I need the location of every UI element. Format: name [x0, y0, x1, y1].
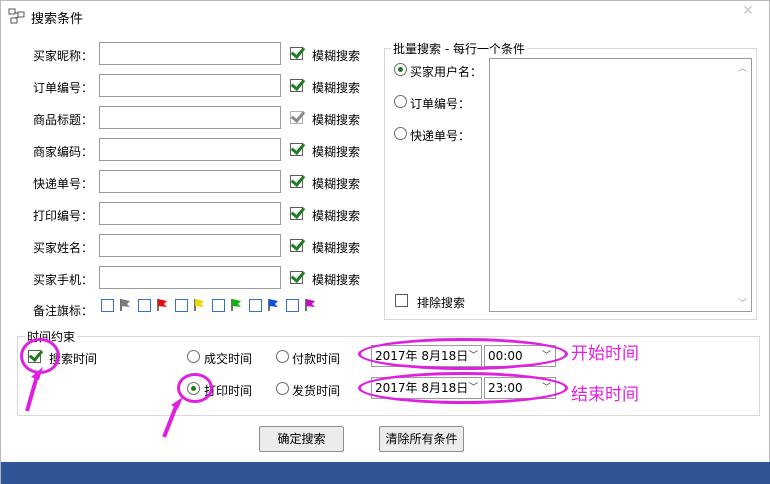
confirm-search-button[interactable]: 确定搜索 — [259, 426, 344, 452]
red-flag-icon — [157, 299, 167, 311]
yellow-flag-icon — [194, 299, 204, 311]
batch-radio-label: 订单编号： — [410, 97, 471, 111]
batch-radio[interactable] — [394, 63, 407, 76]
field-input[interactable] — [99, 42, 281, 65]
flag-checkbox[interactable] — [286, 299, 299, 312]
radio-ship-time[interactable] — [276, 382, 289, 395]
exclude-search-checkbox[interactable] — [395, 294, 408, 307]
fuzzy-search-checkbox[interactable] — [290, 143, 303, 156]
fuzzy-search-checkbox[interactable] — [290, 47, 303, 60]
ship-time-label: 发货时间 — [292, 384, 341, 398]
field-input[interactable] — [99, 266, 281, 289]
field-input[interactable] — [99, 74, 281, 97]
remark-flags-label: 备注旗标： — [33, 304, 94, 318]
gray-flag-icon — [120, 299, 130, 311]
fuzzy-search-label: 模糊搜索 — [312, 273, 361, 287]
batch-radio[interactable] — [394, 127, 407, 140]
field-label: 买家昵称： — [33, 49, 94, 63]
field-label: 订单编号： — [33, 81, 94, 95]
bottom-bar — [1, 462, 770, 484]
annotation-start-label: 开始时间 — [571, 344, 639, 364]
fuzzy-search-checkbox[interactable] — [290, 79, 303, 92]
annotation-ellipse-end — [358, 372, 568, 404]
field-label: 买家姓名： — [33, 241, 94, 255]
field-label: 商品标题： — [33, 113, 94, 127]
annotation-end-label: 结束时间 — [571, 385, 639, 405]
fuzzy-search-checkbox[interactable] — [290, 271, 303, 284]
batch-radio[interactable] — [394, 95, 407, 108]
window-title: 搜索条件 — [31, 12, 84, 27]
fuzzy-search-label: 模糊搜索 — [312, 81, 361, 95]
field-input[interactable] — [99, 138, 281, 161]
fuzzy-search-checkbox[interactable] — [290, 111, 303, 124]
fuzzy-search-label: 模糊搜索 — [312, 209, 361, 223]
field-input[interactable] — [99, 170, 281, 193]
batch-radio-label: 快递单号： — [410, 129, 471, 143]
fuzzy-search-checkbox[interactable] — [290, 239, 303, 252]
title-bar: 搜索条件 ✕ — [1, 1, 769, 31]
annotation-arrow-1 — [25, 367, 43, 412]
field-label: 买家手机： — [33, 273, 94, 287]
blue-flag-icon — [268, 299, 278, 311]
app-icon — [8, 8, 25, 24]
scroll-down-icon[interactable]: ﹀ — [738, 296, 747, 309]
fuzzy-search-label: 模糊搜索 — [312, 49, 361, 63]
radio-deal-time[interactable] — [187, 350, 200, 363]
field-input[interactable] — [99, 234, 281, 257]
fuzzy-search-label: 模糊搜索 — [312, 145, 361, 159]
flag-checkbox[interactable] — [138, 299, 151, 312]
field-label: 商家编码： — [33, 145, 94, 159]
field-input[interactable] — [99, 202, 281, 225]
fuzzy-search-label: 模糊搜索 — [312, 241, 361, 255]
flag-checkbox[interactable] — [101, 299, 114, 312]
flag-checkbox[interactable] — [175, 299, 188, 312]
deal-time-label: 成交时间 — [204, 352, 253, 366]
fuzzy-search-checkbox[interactable] — [290, 207, 303, 220]
purple-flag-icon — [305, 299, 315, 311]
batch-textarea[interactable]: ︿ ﹀ — [489, 58, 752, 312]
batch-search-title: 批量搜索 - 每行一个条件 — [391, 40, 527, 57]
scroll-up-icon[interactable]: ︿ — [738, 61, 747, 74]
fuzzy-search-checkbox[interactable] — [290, 175, 303, 188]
exclude-search-label: 排除搜索 — [417, 296, 466, 310]
annotation-arrow-2 — [162, 397, 183, 438]
flag-checkbox[interactable] — [249, 299, 262, 312]
green-flag-icon — [231, 299, 241, 311]
field-label: 快递单号： — [33, 177, 94, 191]
batch-radio-label: 买家用户名： — [410, 65, 483, 79]
close-button[interactable]: ✕ — [733, 2, 763, 22]
annotation-ellipse-start — [358, 338, 568, 370]
clear-conditions-button[interactable]: 清除所有条件 — [379, 426, 464, 452]
radio-pay-time[interactable] — [276, 350, 289, 363]
field-label: 打印编号： — [33, 209, 94, 223]
search-conditions-window: 搜索条件 ✕ 买家昵称： 模糊搜索 订单编号： 模糊搜索 商品标题： 模糊搜索 商家编码：模… — [0, 0, 770, 484]
pay-time-label: 付款时间 — [292, 352, 341, 366]
flag-checkbox[interactable] — [212, 299, 225, 312]
field-input[interactable] — [99, 106, 281, 129]
fuzzy-search-label: 模糊搜索 — [312, 177, 361, 191]
fuzzy-search-label: 模糊搜索 — [312, 113, 361, 127]
textarea-scrollbar[interactable]: ︿ ﹀ — [735, 59, 751, 311]
